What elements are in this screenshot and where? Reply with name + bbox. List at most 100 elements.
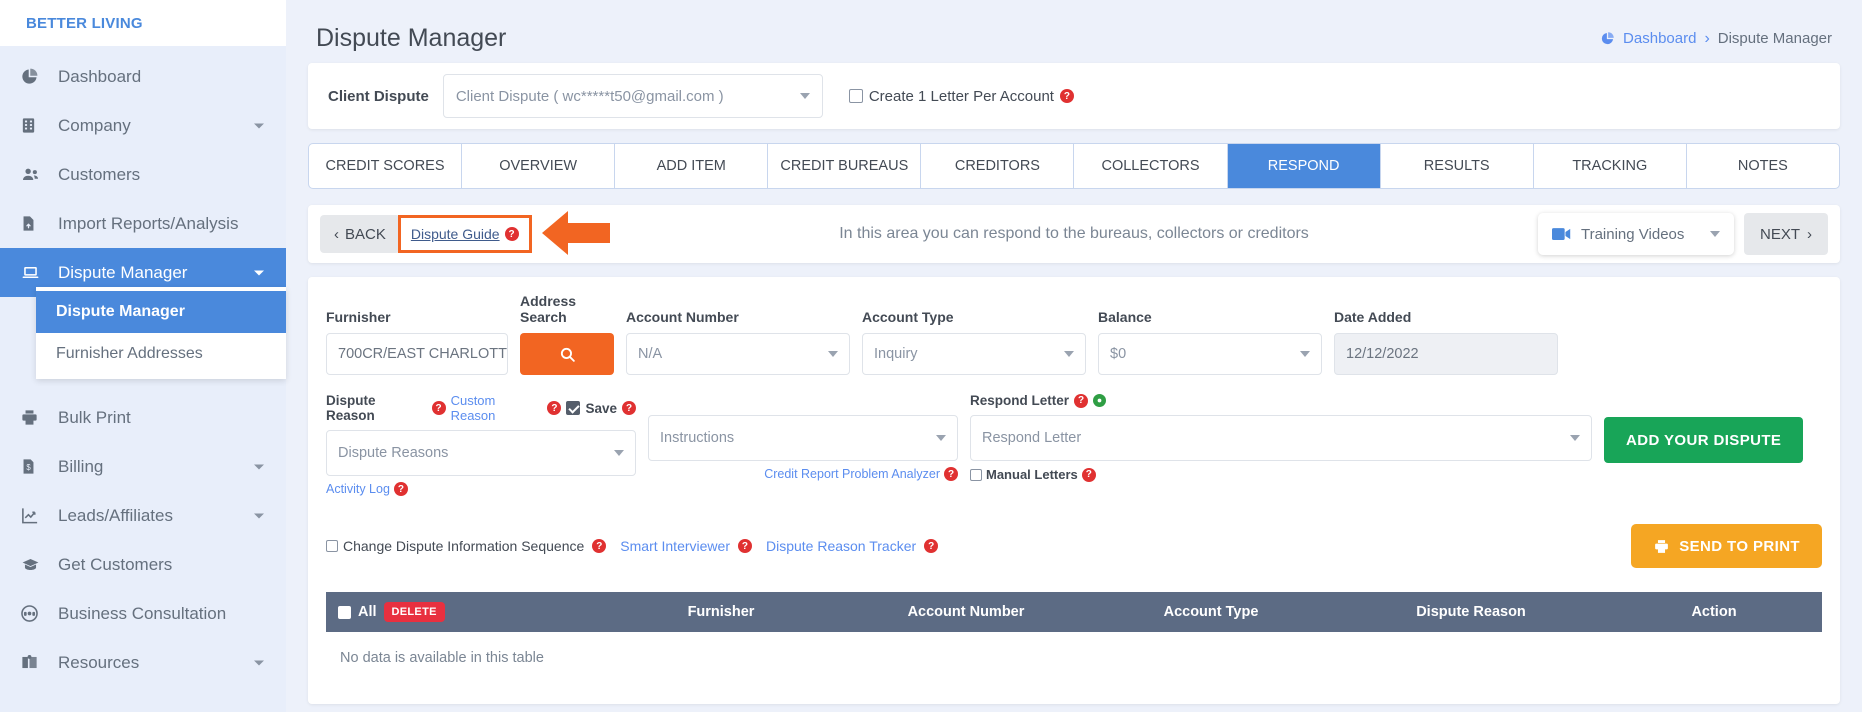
tab-creditors[interactable]: CREDITORS <box>921 144 1075 188</box>
invoice-icon: $ <box>20 457 50 477</box>
submenu-label: Furnisher Addresses <box>56 345 203 362</box>
sidebar-item-dashboard[interactable]: Dashboard <box>0 52 286 101</box>
sidebar-item-company[interactable]: Company <box>0 101 286 150</box>
sidebar-item-label: Dashboard <box>58 66 142 86</box>
instructions-select[interactable]: Instructions <box>648 415 958 461</box>
table-header-dispute-reason: Dispute Reason <box>1416 604 1526 620</box>
create-one-letter-label: Create 1 Letter Per Account <box>868 87 1054 105</box>
dispute-reason-tracker-link[interactable]: Dispute Reason Tracker <box>766 538 916 554</box>
chevron-down-icon <box>254 123 264 128</box>
brand-name: BETTER LIVING <box>26 14 143 32</box>
send-to-print-button[interactable]: SEND TO PRINT <box>1631 524 1822 568</box>
account-type-label: Account Type <box>862 309 954 325</box>
all-label: All <box>358 604 377 620</box>
next-button[interactable]: NEXT › <box>1743 213 1828 255</box>
sidebar-item-billing[interactable]: $ Billing <box>0 442 286 491</box>
help-icon[interactable]: ? <box>944 467 958 481</box>
checkbox-box[interactable] <box>848 89 863 103</box>
laptop-icon <box>20 263 50 283</box>
dispute-reason-select[interactable]: Dispute Reasons <box>326 430 636 476</box>
select-all-checkbox[interactable] <box>338 605 351 619</box>
tab-overview[interactable]: OVERVIEW <box>462 144 616 188</box>
respond-letter-select[interactable]: Respond Letter <box>970 415 1592 461</box>
dispute-guide-link[interactable]: Dispute Guide <box>411 226 500 242</box>
account-number-value: N/A <box>638 346 663 362</box>
table-empty-message: No data is available in this table <box>326 632 1822 684</box>
sidebar-item-label: Business Consultation <box>58 603 227 623</box>
activity-log-link[interactable]: Activity Log <box>326 482 390 496</box>
tab-add-item[interactable]: ADD ITEM <box>615 144 769 188</box>
furnisher-value: 700CR/EAST CHARLOTTE N <box>338 346 508 362</box>
tab-label: CREDITORS <box>954 157 1040 174</box>
chevron-down-icon <box>1064 351 1074 357</box>
chevron-down-icon <box>799 93 810 99</box>
activity-log-row: Activity Log ? <box>326 482 636 496</box>
help-icon[interactable]: ? <box>737 539 752 553</box>
sidebar-item-get-customers[interactable]: Get Customers <box>0 540 286 589</box>
tab-credit-bureaus[interactable]: CREDIT BUREAUS <box>768 144 922 188</box>
training-videos-button[interactable]: Training Videos <box>1537 213 1734 255</box>
address-search-button[interactable] <box>520 333 614 375</box>
main-content: Dispute Manager Dashboard › Dispute Mana… <box>286 0 1862 712</box>
change-sequence-checkbox[interactable] <box>326 540 338 552</box>
credit-report-problem-analyzer-link[interactable]: Credit Report Problem Analyzer <box>764 467 940 481</box>
manual-letters-checkbox[interactable] <box>970 468 982 481</box>
manual-letters-row: Manual Letters ? <box>970 467 1592 482</box>
brand-logo[interactable]: BETTER LIVING <box>0 0 286 46</box>
table-header-account-number: Account Number <box>907 604 1025 620</box>
dispute-reason-value: Dispute Reasons <box>338 445 449 461</box>
help-icon[interactable]: ? <box>393 482 408 496</box>
sidebar-submenu-item-furnisher-addresses[interactable]: Furnisher Addresses <box>36 333 286 375</box>
sidebar-item-resources[interactable]: Resources <box>0 638 286 687</box>
smart-interviewer-link[interactable]: Smart Interviewer <box>620 538 730 554</box>
help-icon[interactable]: ? <box>1074 393 1089 408</box>
tab-respond[interactable]: RESPOND <box>1227 144 1381 188</box>
printer-icon <box>20 408 50 428</box>
account-number-select[interactable]: N/A <box>626 333 850 375</box>
help-icon[interactable]: ? <box>924 539 939 553</box>
sidebar-item-customers[interactable]: Customers <box>0 150 286 199</box>
client-dispute-select[interactable]: Client Dispute ( wc*****t50@gmail.com ) <box>442 74 823 118</box>
headset-icon <box>20 604 50 624</box>
help-icon[interactable]: ? <box>622 401 636 415</box>
furnisher-select[interactable]: 700CR/EAST CHARLOTTE N <box>326 333 508 375</box>
add-your-dispute-button[interactable]: ADD YOUR DISPUTE <box>1604 417 1804 463</box>
save-reason-checkbox[interactable] <box>566 401 581 415</box>
respond-letter-label: Respond Letter <box>970 393 1070 408</box>
tab-results[interactable]: RESULTS <box>1381 144 1534 188</box>
sidebar-item-bulk-print[interactable]: Bulk Print <box>0 393 286 442</box>
change-sequence-label: Change Dispute Information Sequence <box>343 538 585 554</box>
tab-collectors[interactable]: COLLECTORS <box>1074 144 1228 188</box>
tab-label: CREDIT SCORES <box>325 157 445 174</box>
help-icon[interactable]: ? <box>504 227 519 241</box>
create-one-letter-per-account-checkbox[interactable]: Create 1 Letter Per Account ? <box>848 87 1074 105</box>
page-title: Dispute Manager <box>316 24 507 52</box>
tab-notes[interactable]: NOTES <box>1687 144 1839 188</box>
account-type-select[interactable]: Inquiry <box>862 333 1086 375</box>
help-icon[interactable]: ? <box>1059 89 1074 103</box>
table-header-furnisher: Furnisher <box>687 604 755 620</box>
tab-label: CREDIT BUREAUS <box>780 157 909 174</box>
date-added-input[interactable]: 12/12/2022 <box>1334 333 1558 375</box>
breadcrumb-dashboard-link[interactable]: Dashboard <box>1623 30 1696 47</box>
tab-label: TRACKING <box>1572 157 1648 174</box>
custom-reason-link[interactable]: Custom Reason <box>451 393 543 423</box>
sidebar-item-import-reports[interactable]: Import Reports/Analysis <box>0 199 286 248</box>
help-icon[interactable]: ? <box>431 401 446 415</box>
balance-select[interactable]: $0 <box>1098 333 1322 375</box>
help-icon[interactable]: ? <box>592 539 607 553</box>
tab-tracking[interactable]: TRACKING <box>1534 144 1687 188</box>
balance-value: $0 <box>1110 346 1127 362</box>
date-added-value: 12/12/2022 <box>1346 346 1419 362</box>
back-button[interactable]: ‹ BACK <box>320 215 400 253</box>
sidebar-item-label: Resources <box>58 652 140 672</box>
delete-button[interactable]: DELETE <box>383 602 445 622</box>
sidebar-item-leads-affiliates[interactable]: Leads/Affiliates <box>0 491 286 540</box>
balance-field: Balance $0 <box>1098 309 1322 375</box>
tab-credit-scores[interactable]: CREDIT SCORES <box>309 144 463 188</box>
sidebar-item-business-consultation[interactable]: Business Consultation <box>0 589 286 638</box>
help-icon[interactable]: ? <box>547 401 562 415</box>
sidebar-submenu-item-dispute-manager[interactable]: Dispute Manager <box>36 291 286 333</box>
eye-icon[interactable] <box>1093 394 1107 407</box>
help-icon[interactable]: ? <box>1081 467 1096 482</box>
